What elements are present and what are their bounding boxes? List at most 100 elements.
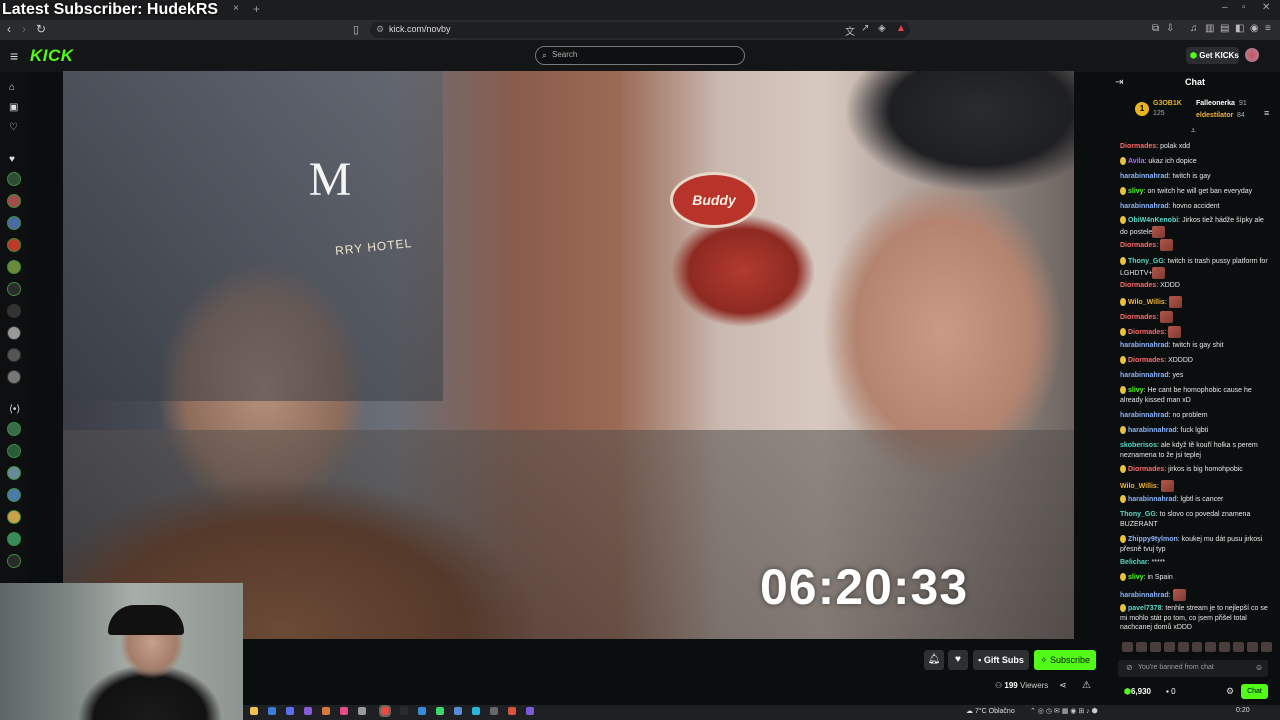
channel-avatar[interactable] [7, 326, 21, 340]
taskbar-app-icon[interactable] [490, 707, 498, 715]
taskbar-app-icon[interactable] [472, 707, 480, 715]
chat-username[interactable]: Zhippy9tylmon [1128, 536, 1178, 543]
chat-message[interactable]: skoberisos: ale když tě kouří holka s pe… [1120, 441, 1272, 460]
chat-username[interactable]: Diormades [1128, 329, 1164, 336]
chat-message[interactable]: Thony_GG: to slovo co povedal znamena BU… [1120, 510, 1272, 529]
chat-emote[interactable] [1152, 225, 1166, 238]
minimize-icon[interactable]: – [1222, 2, 1228, 13]
chat-settings-icon[interactable]: ⚙ [1226, 686, 1234, 697]
taskbar-app-icon[interactable] [358, 707, 366, 715]
channel-avatar[interactable] [7, 216, 21, 230]
chat-message[interactable]: Diormades: polak xdd [1120, 142, 1272, 152]
chat-username[interactable]: Thony_GG [1120, 511, 1156, 518]
chat-username[interactable]: slivy [1128, 387, 1144, 394]
chat-username[interactable]: harabinnahrad [1120, 592, 1169, 599]
chat-message[interactable]: slivy: He cant be homophobic cause he al… [1120, 386, 1272, 405]
channel-avatar[interactable] [7, 172, 21, 186]
shield-icon[interactable]: ◈ [878, 23, 886, 34]
gift-subs-button[interactable]: ▪ Gift Subs [973, 650, 1029, 670]
chat-message[interactable]: harabinnahrad: twitch is gay shit [1120, 341, 1272, 351]
emote[interactable] [1219, 642, 1231, 652]
channel-avatar[interactable] [7, 422, 21, 436]
chat-username[interactable]: ObiW4nKenobi [1128, 217, 1178, 224]
channel-avatar[interactable] [7, 488, 21, 502]
menu-icon[interactable]: ≡ [1265, 23, 1271, 34]
emoji-icon[interactable]: ☺ [1255, 663, 1263, 672]
chat-emote[interactable] [1160, 311, 1174, 323]
extensions-icon[interactable]: ⧉ [1152, 23, 1159, 34]
tab-close-icon[interactable]: × [233, 3, 239, 14]
emote[interactable] [1149, 642, 1161, 652]
channel-avatar[interactable] [7, 532, 21, 546]
chat-message[interactable]: ObiW4nKenobi: Jirkos tiež hádže šípky al… [1120, 216, 1272, 238]
url-field[interactable] [370, 22, 910, 38]
emote[interactable] [1205, 642, 1217, 652]
emote[interactable] [1135, 642, 1147, 652]
chat-message[interactable]: harabinnahrad: twitch is gay [1120, 172, 1272, 182]
home-icon[interactable]: ⌂ [9, 82, 15, 93]
leaderboard-third-name[interactable]: eldestilator [1196, 112, 1233, 119]
chat-username[interactable]: Avila [1128, 158, 1144, 165]
chat-message[interactable]: harabinnahrad: yes [1120, 371, 1272, 381]
channel-avatar[interactable] [7, 444, 21, 458]
channel-avatar[interactable] [7, 510, 21, 524]
taskbar-app-icon[interactable] [322, 707, 330, 715]
vpn-icon[interactable]: ◉ [1250, 23, 1259, 34]
bookmark-icon[interactable]: ▯ [353, 23, 359, 36]
download-icon[interactable]: ⇩ [1166, 23, 1174, 34]
extension-icon[interactable]: ▲ [896, 23, 906, 34]
user-avatar[interactable] [1245, 48, 1259, 62]
taskbar-app-icon[interactable] [526, 707, 534, 715]
chevron-down-icon[interactable]: ⩡ [1191, 126, 1196, 136]
chat-message[interactable]: harabinnahrad: lgbtl is cancer [1120, 495, 1272, 505]
chat-message[interactable]: Diormades: [1120, 326, 1272, 338]
following-icon[interactable]: ♡ [9, 122, 18, 133]
chat-emote[interactable] [1160, 480, 1174, 492]
chat-username[interactable]: harabinnahrad [1120, 203, 1169, 210]
back-icon[interactable]: ‹ [7, 22, 11, 36]
leaderboard-menu-icon[interactable]: ≡ [1264, 108, 1269, 118]
wallet-icon[interactable]: ◧ [1235, 23, 1244, 34]
reload-icon[interactable]: ↻ [36, 22, 46, 36]
chat-message[interactable]: slivy: on twitch he will get ban everyda… [1120, 187, 1272, 197]
chat-username[interactable]: Diormades [1120, 282, 1156, 289]
tray-icons[interactable]: ⌃ ◎ ◷ ✉ ▦ ◉ ⊞ ♪ ⬢ [1030, 707, 1098, 715]
file-explorer-icon[interactable] [250, 707, 258, 715]
chat-message[interactable]: harabinnahrad: [1120, 589, 1272, 601]
gift-count[interactable]: ▪ 0 [1166, 687, 1176, 696]
chat-emote[interactable] [1172, 589, 1186, 601]
collapse-chat-icon[interactable]: ⇥ [1115, 77, 1123, 88]
weather-widget[interactable]: ☁ 7°C Oblačno [966, 707, 1015, 715]
chat-username[interactable]: harabinnahrad [1128, 496, 1177, 503]
channel-avatar[interactable] [7, 348, 21, 362]
chat-message[interactable]: Thony_GG: twitch is trash pussy platform… [1120, 257, 1272, 279]
taskbar-app-icon[interactable] [418, 707, 426, 715]
tabs-icon[interactable]: ▤ [1220, 23, 1229, 34]
channel-avatar[interactable] [7, 304, 21, 318]
taskbar-app-icon[interactable] [304, 707, 312, 715]
site-settings-icon[interactable]: ⚙ [376, 24, 384, 35]
report-icon[interactable]: ⚠ [1082, 680, 1091, 691]
brave-browser-icon[interactable] [379, 705, 391, 717]
chat-username[interactable]: Diormades [1120, 314, 1156, 321]
emote[interactable] [1191, 642, 1203, 652]
chat-send-button[interactable]: Chat [1241, 684, 1268, 699]
channel-avatar[interactable] [7, 238, 21, 252]
chat-message[interactable]: Diormades: [1120, 239, 1272, 251]
emote[interactable] [1233, 642, 1245, 652]
chat-username[interactable]: Thony_GG [1128, 258, 1164, 265]
get-kicks-button[interactable]: ⬢ Get KICKs [1186, 47, 1239, 64]
chat-message[interactable]: Avila: ukaz ich dopice [1120, 157, 1272, 167]
chat-emote[interactable] [1168, 296, 1182, 308]
chat-message[interactable]: Belichar: ***** [1120, 558, 1272, 568]
taskbar-app-icon[interactable] [286, 707, 294, 715]
emote[interactable] [1122, 642, 1133, 652]
share-icon[interactable]: ⋖ [1059, 680, 1067, 691]
chat-message[interactable]: Zhippy9tylmon: koukej mu dát pusu jirkos… [1120, 535, 1272, 554]
window-close-icon[interactable]: ✕ [1262, 2, 1270, 13]
forward-icon[interactable]: › [22, 22, 26, 36]
chat-message[interactable]: harabinnahrad: no problem [1120, 411, 1272, 421]
chat-message[interactable]: Diormades: XDDD [1120, 281, 1272, 291]
music-icon[interactable]: ♫ [1190, 23, 1198, 34]
channel-avatar[interactable] [7, 260, 21, 274]
